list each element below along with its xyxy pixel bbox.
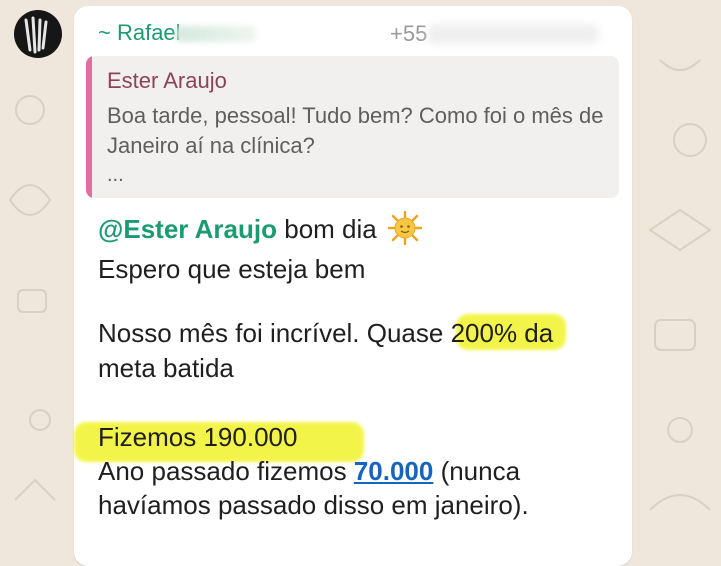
line6-suffix: (nunca bbox=[433, 456, 521, 486]
message-bubble[interactable]: ~ Rafael +55 Ester Araujo Boa tarde, pes… bbox=[74, 6, 632, 566]
redacted-name bbox=[176, 26, 256, 42]
sun-with-face-icon bbox=[387, 211, 422, 245]
profile-avatar bbox=[24, 16, 48, 54]
number-link[interactable]: 70.000 bbox=[354, 456, 434, 486]
message-line-5: Fizemos 190.000 bbox=[98, 422, 298, 452]
quote-bar bbox=[86, 56, 92, 198]
line6-prefix: Ano passado fizemos bbox=[98, 456, 354, 486]
mention[interactable]: @Ester Araujo bbox=[98, 214, 277, 244]
sender-row: ~ Rafael +55 bbox=[98, 20, 618, 46]
sender-phone: +55 bbox=[390, 21, 428, 46]
sender-name[interactable]: ~ Rafael bbox=[98, 20, 181, 46]
greeting: bom dia bbox=[284, 214, 377, 244]
message-line-6: Ano passado fizemos 70.000 (nunca bbox=[98, 456, 520, 487]
message-line-2: Espero que esteja bem bbox=[98, 254, 366, 284]
line3-suffix: da bbox=[517, 318, 554, 348]
message-line-3: Nosso mês foi incrível. Quase 200% da bbox=[98, 318, 553, 349]
line3-prefix: Nosso mês foi incrível. Qua bbox=[98, 318, 416, 348]
quote-text: Boa tarde, pessoal! Tudo bem? Como foi o… bbox=[107, 103, 604, 158]
quote-author: Ester Araujo bbox=[107, 68, 227, 93]
quoted-message[interactable]: Ester Araujo Boa tarde, pessoal! Tudo be… bbox=[86, 56, 619, 198]
redacted-phone bbox=[428, 24, 598, 44]
message-line-1: @Ester Araujo bom dia bbox=[98, 211, 422, 245]
message-line-4: meta batida bbox=[98, 353, 234, 383]
quote-ellipsis: ... bbox=[107, 164, 124, 186]
message-line-7: havíamos passado disso em janeiro). bbox=[98, 490, 529, 520]
line3-highlight: se 200% bbox=[415, 318, 518, 348]
avatar[interactable] bbox=[14, 10, 62, 58]
